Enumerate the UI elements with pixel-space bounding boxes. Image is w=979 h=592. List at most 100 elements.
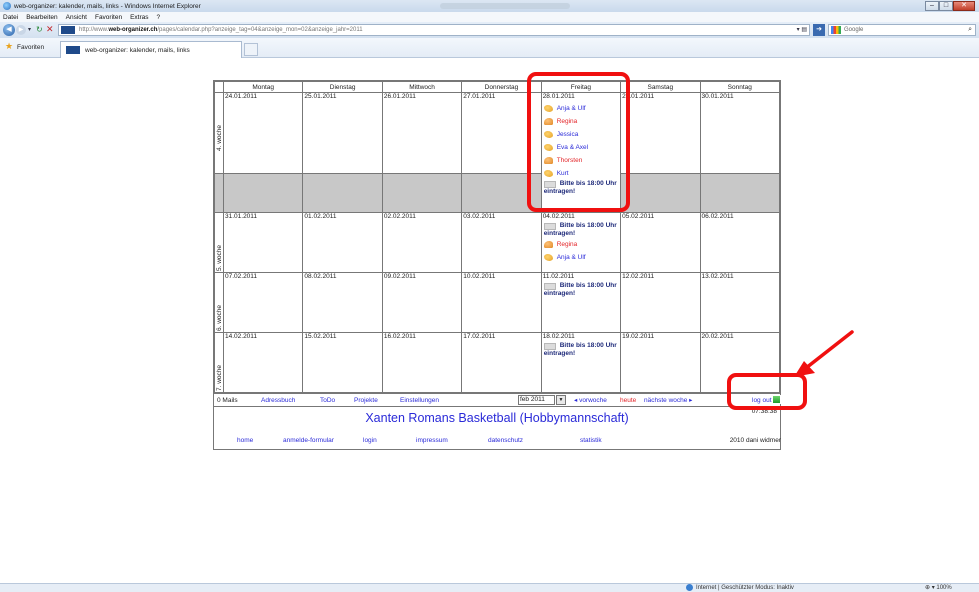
spacer-cell: [381, 173, 463, 213]
search-input[interactable]: Google ⌕: [828, 24, 976, 36]
day-cell[interactable]: 30.01.2011: [699, 92, 781, 174]
menu-datei[interactable]: Datei: [3, 14, 18, 21]
back-arrow-icon[interactable]: ◀: [3, 24, 15, 36]
footer-anmelde-link[interactable]: anmelde-formular: [283, 437, 334, 444]
window-title: web-organizer: kalender, mails, links - …: [14, 2, 201, 10]
day-cell[interactable]: 29.01.2011: [620, 92, 701, 174]
day-cell[interactable]: 06.02.2011: [699, 212, 781, 273]
footer-datenschutz-link[interactable]: datenschutz: [488, 437, 523, 444]
footer-login-link[interactable]: login: [363, 437, 377, 444]
close-button[interactable]: ✕: [953, 1, 975, 11]
day-cell[interactable]: 25.01.2011: [302, 92, 383, 174]
tab-favicon-icon: [66, 46, 80, 54]
day-date: 12.02.2011: [622, 273, 655, 280]
day-cell[interactable]: 16.02.2011: [381, 332, 463, 393]
tab-web-organizer[interactable]: web-organizer: kalender, mails, links: [60, 41, 242, 58]
day-cell[interactable]: 14.02.2011: [222, 332, 304, 393]
basketball-icon: [543, 254, 553, 261]
signup-note[interactable]: Bitte bis 18:00 Uhr eintragen!: [542, 282, 620, 298]
day-cell[interactable]: 08.02.2011: [302, 272, 383, 333]
signup-note[interactable]: Bitte bis 18:00 Uhr eintragen!: [542, 222, 620, 238]
menu-ansicht[interactable]: Ansicht: [66, 14, 87, 21]
day-cell[interactable]: 31.01.2011: [222, 212, 304, 273]
tab-title: web-organizer: kalender, mails, links: [85, 46, 190, 54]
envelope-icon: [543, 283, 556, 290]
spacer-row: [214, 173, 781, 213]
einstellungen-link[interactable]: Einstellungen: [400, 397, 439, 404]
week-label-cell: 5. woche: [214, 212, 224, 273]
menu-bearbeiten[interactable]: Bearbeiten: [26, 14, 57, 21]
day-cell[interactable]: 03.02.2011: [461, 212, 542, 273]
history-dropdown-icon[interactable]: ▾: [28, 26, 31, 33]
day-date: 04.02.2011: [542, 213, 575, 220]
day-date: 13.02.2011: [701, 273, 734, 280]
search-provider-label: Google: [844, 27, 864, 33]
day-cell[interactable]: 05.02.2011: [620, 212, 701, 273]
url-input[interactable]: http://www.web-organizer.ch/pages/calend…: [58, 24, 810, 36]
adressbuch-link[interactable]: Adressbuch: [261, 397, 295, 404]
day-cell[interactable]: 07.02.2011: [222, 272, 304, 333]
day-cell[interactable]: 24.01.2011: [222, 92, 304, 174]
spacer-cell: [699, 173, 781, 213]
month-select[interactable]: feb 2011: [518, 395, 555, 405]
url-dropdown-icon[interactable]: ▾ ▤: [797, 26, 807, 33]
refresh-icon[interactable]: ↻: [36, 25, 43, 34]
signup-note[interactable]: Bitte bis 18:00 Uhr eintragen!: [542, 342, 620, 358]
vorwoche-link[interactable]: ◂ vorwoche: [574, 396, 607, 404]
naechste-woche-link[interactable]: nächste woche ▸: [644, 396, 692, 404]
week-row: 6. woche 07.02.2011 08.02.2011 09.02.201…: [214, 272, 781, 333]
new-tab-button[interactable]: [244, 43, 258, 56]
day-cell-friday[interactable]: 04.02.2011 Bitte bis 18:00 Uhr eintragen…: [540, 212, 622, 273]
chevron-down-icon[interactable]: ▼: [556, 395, 566, 405]
day-cell[interactable]: 19.02.2011: [620, 332, 701, 393]
footer-statistik-link[interactable]: statistik: [580, 437, 602, 444]
day-cell[interactable]: 02.02.2011: [381, 212, 463, 273]
arrow-annotation: [794, 330, 854, 377]
projekte-link[interactable]: Projekte: [354, 397, 378, 404]
footer-impressum-link[interactable]: impressum: [416, 437, 448, 444]
globe-icon: [686, 584, 693, 591]
forward-arrow-icon[interactable]: ▶: [16, 25, 26, 35]
menu-extras[interactable]: Extras: [130, 14, 148, 21]
spacer-cell: [214, 173, 224, 213]
zoom-level[interactable]: ⊕ ▾ 100%: [925, 584, 952, 591]
week-row: 5. woche 31.01.2011 01.02.2011 02.02.201…: [214, 212, 781, 273]
copyright: 2010 dani widmer: [729, 437, 781, 444]
stop-icon[interactable]: ✕: [46, 24, 54, 35]
heute-link[interactable]: heute: [620, 397, 636, 404]
day-cell[interactable]: 15.02.2011: [302, 332, 383, 393]
menu-help[interactable]: ?: [157, 14, 161, 21]
attendee-entry[interactable]: Anja & Ulf: [542, 251, 620, 264]
day-cell-friday[interactable]: 18.02.2011 Bitte bis 18:00 Uhr eintragen…: [540, 332, 622, 393]
highlight-box-friday: [527, 72, 630, 212]
mail-count[interactable]: 0 Mails: [217, 397, 261, 404]
day-date: 16.02.2011: [383, 333, 416, 340]
go-arrow-icon[interactable]: ➜: [813, 24, 825, 36]
menu-favoriten[interactable]: Favoriten: [95, 14, 122, 21]
maximize-button[interactable]: □: [939, 1, 953, 11]
calendar: Montag Dienstag Mittwoch Donnerstag Frei…: [213, 80, 781, 450]
day-date: 07.02.2011: [225, 273, 258, 280]
day-date: 11.02.2011: [542, 273, 575, 280]
day-cell-friday[interactable]: 11.02.2011 Bitte bis 18:00 Uhr eintragen…: [540, 272, 622, 333]
week-label: 6. woche: [216, 304, 223, 331]
todo-link[interactable]: ToDo: [320, 397, 335, 404]
favorites-star-icon[interactable]: ★: [5, 41, 13, 52]
attendee-name: Anja & Ulf: [556, 254, 586, 261]
favorites-label[interactable]: Favoriten: [17, 44, 44, 51]
minimize-button[interactable]: –: [925, 1, 939, 11]
day-cell[interactable]: 13.02.2011: [699, 272, 781, 333]
day-date: 05.02.2011: [622, 213, 655, 220]
day-cell[interactable]: 26.01.2011: [381, 92, 463, 174]
search-icon[interactable]: ⌕: [968, 26, 972, 34]
spacer-cell: [302, 173, 383, 213]
day-cell[interactable]: 12.02.2011: [620, 272, 701, 333]
day-cell[interactable]: 09.02.2011: [381, 272, 463, 333]
day-cell[interactable]: 10.02.2011: [461, 272, 542, 333]
footer-home-link[interactable]: home: [237, 437, 253, 444]
url-text: http://www.web-organizer.ch/pages/calend…: [79, 27, 363, 33]
day-cell[interactable]: 01.02.2011: [302, 212, 383, 273]
attendee-entry[interactable]: Regina: [542, 238, 620, 251]
note-line-2: eintragen!: [543, 230, 576, 237]
day-cell[interactable]: 17.02.2011: [461, 332, 542, 393]
